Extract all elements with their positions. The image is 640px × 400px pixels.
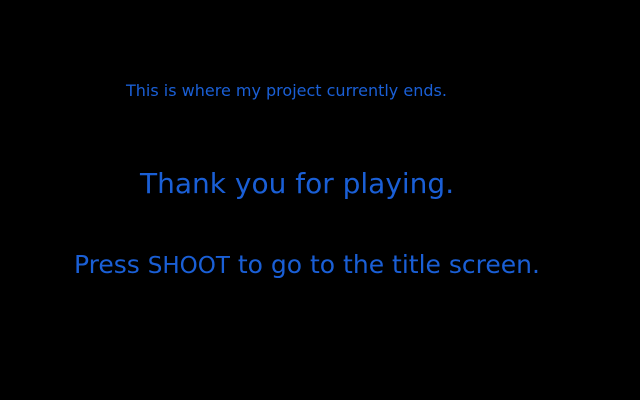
- title-screen-prompt: Press SHOOT to go to the title screen.: [74, 252, 540, 278]
- prompt-suffix: to go to the title screen.: [229, 250, 540, 279]
- end-screen[interactable]: This is where my project currently ends.…: [0, 0, 640, 400]
- thank-you-message: Thank you for playing.: [140, 167, 455, 200]
- shoot-key-label: SHOOT: [147, 253, 230, 279]
- prompt-prefix: Press: [74, 250, 148, 279]
- project-end-note: This is where my project currently ends.: [126, 81, 447, 100]
